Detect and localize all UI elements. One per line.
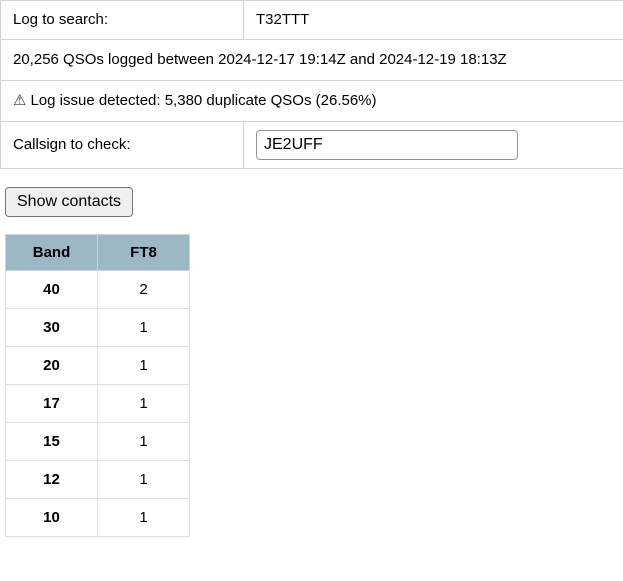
cell-ft8: 1 xyxy=(97,384,190,424)
table-row: 10 1 xyxy=(5,498,190,538)
callsign-input[interactable] xyxy=(256,130,518,160)
log-to-search-label: Log to search: xyxy=(0,0,244,40)
log-issue-row: ⚠ Log issue detected: 5,380 duplicate QSO… xyxy=(0,80,623,122)
log-issue-text: Log issue detected: 5,380 duplicate QSOs… xyxy=(30,92,377,109)
warning-triangle-icon: ⚠ xyxy=(13,92,27,109)
qso-summary-text: 20,256 QSOs logged between 2024-12-17 19… xyxy=(0,39,623,81)
log-info-table: Log to search: T32TTT 20,256 QSOs logged… xyxy=(0,0,623,169)
band-breakdown-table: Band FT8 40 2 30 1 20 1 17 1 15 1 12 1 10 1 xyxy=(5,234,190,538)
cell-band: 17 xyxy=(5,384,98,424)
log-to-search-value: T32TTT xyxy=(243,0,623,40)
table-row: 30 1 xyxy=(5,308,190,348)
table-row: 15 1 xyxy=(5,422,190,462)
cell-ft8: 1 xyxy=(97,498,190,538)
band-table-body: 40 2 30 1 20 1 17 1 15 1 12 1 10 1 xyxy=(5,270,190,538)
cell-ft8: 1 xyxy=(97,308,190,348)
cell-ft8: 1 xyxy=(97,460,190,500)
log-issue-cell: ⚠ Log issue detected: 5,380 duplicate QSO… xyxy=(0,80,623,122)
callsign-to-check-label: Callsign to check: xyxy=(0,121,244,169)
cell-band: 15 xyxy=(5,422,98,462)
cell-ft8: 2 xyxy=(97,270,190,310)
cell-band: 10 xyxy=(5,498,98,538)
actions-area: Show contacts xyxy=(0,169,623,218)
cell-band: 30 xyxy=(5,308,98,348)
cell-band: 12 xyxy=(5,460,98,500)
cell-band: 20 xyxy=(5,346,98,386)
table-row: 40 2 xyxy=(5,270,190,310)
cell-ft8: 1 xyxy=(97,422,190,462)
table-row: 12 1 xyxy=(5,460,190,500)
band-table-area: Band FT8 40 2 30 1 20 1 17 1 15 1 12 1 10 1 xyxy=(0,217,623,538)
qso-summary-row: 20,256 QSOs logged between 2024-12-17 19… xyxy=(0,39,623,81)
column-header-ft8: FT8 xyxy=(97,234,190,272)
show-contacts-button[interactable]: Show contacts xyxy=(5,187,134,218)
band-table-header-row: Band FT8 xyxy=(5,234,190,272)
table-row: 20 1 xyxy=(5,346,190,386)
cell-band: 40 xyxy=(5,270,98,310)
callsign-to-check-row: Callsign to check: xyxy=(0,121,623,169)
column-header-band: Band xyxy=(5,234,98,272)
table-row: 17 1 xyxy=(5,384,190,424)
callsign-input-cell xyxy=(243,121,623,169)
log-to-search-row: Log to search: T32TTT xyxy=(0,0,623,40)
cell-ft8: 1 xyxy=(97,346,190,386)
